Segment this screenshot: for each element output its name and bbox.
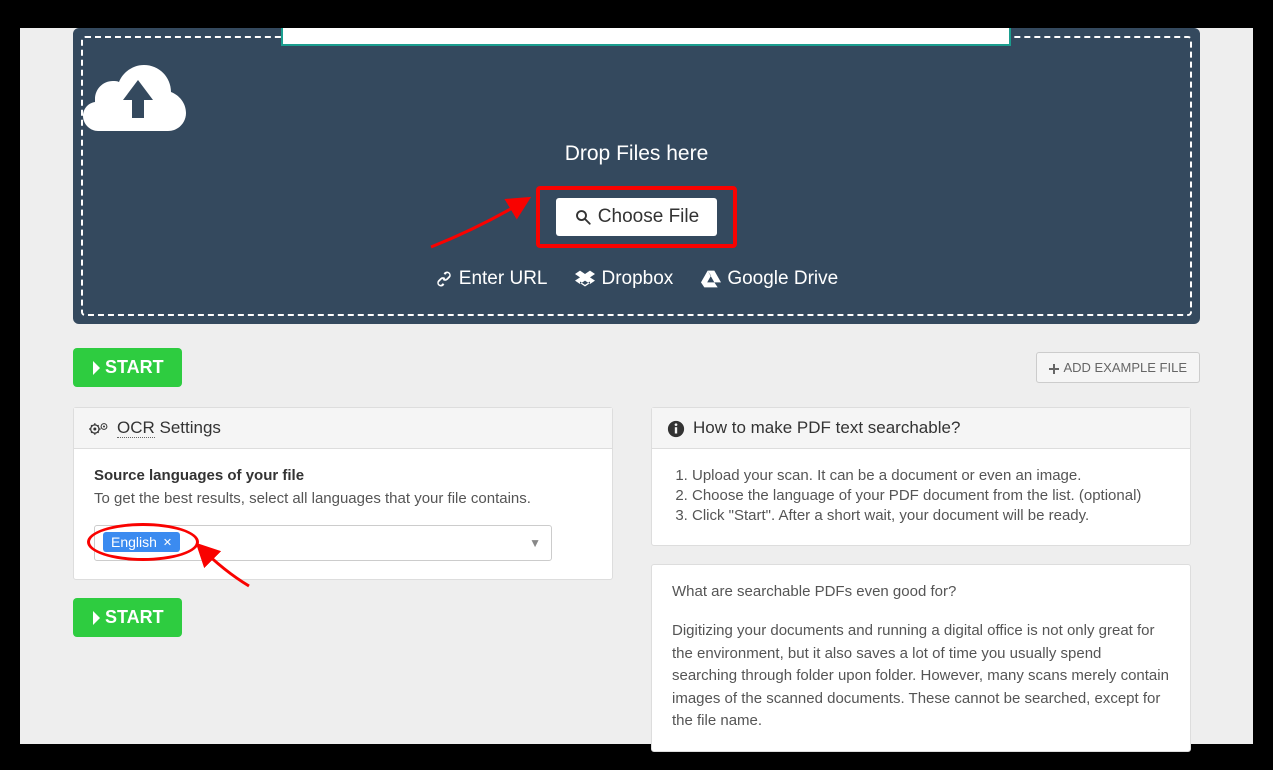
- dropbox-icon: [575, 268, 595, 290]
- chevron-right-icon: [91, 357, 101, 378]
- choose-file-label: Choose File: [598, 206, 699, 228]
- howto-panel: How to make PDF text searchable? Upload …: [651, 407, 1191, 546]
- search-icon: [574, 206, 592, 228]
- enter-url-label: Enter URL: [459, 268, 548, 290]
- choose-file-button[interactable]: Choose File: [556, 198, 717, 236]
- start-label: START: [105, 607, 164, 628]
- dropzone[interactable]: Drop Files here Choose File: [81, 36, 1192, 316]
- plus-icon: [1049, 360, 1059, 375]
- add-example-file-button[interactable]: ADD EXAMPLE FILE: [1036, 352, 1200, 383]
- howto-steps-list: Upload your scan. It can be a document o…: [672, 467, 1170, 524]
- link-icon: [435, 268, 453, 290]
- howto-title: How to make PDF text searchable?: [693, 418, 960, 438]
- language-tag-label: English: [111, 534, 157, 550]
- drop-label: Drop Files here: [83, 142, 1190, 166]
- enter-url-link[interactable]: Enter URL: [435, 268, 548, 290]
- language-tag: English ✕: [103, 532, 180, 552]
- alt-source-row: Enter URL Dropbox Google Drive: [83, 268, 1190, 290]
- cloud-upload-icon: [83, 56, 1190, 136]
- howto-header: How to make PDF text searchable?: [652, 408, 1190, 449]
- remove-language-icon[interactable]: ✕: [163, 536, 172, 549]
- chevron-down-icon: ▼: [529, 536, 541, 550]
- gears-icon: [89, 418, 109, 438]
- source-lang-desc: To get the best results, select all lang…: [94, 490, 592, 507]
- google-drive-icon: [701, 268, 721, 290]
- dropbox-link[interactable]: Dropbox: [575, 268, 673, 290]
- dropzone-container: Drop Files here Choose File: [73, 28, 1200, 324]
- choose-file-highlight: Choose File: [536, 186, 737, 248]
- ocr-title-suffix: Settings: [155, 418, 221, 437]
- info-panel: What are searchable PDFs even good for? …: [651, 564, 1191, 752]
- chevron-right-icon: [91, 607, 101, 628]
- start-button-top[interactable]: START: [73, 348, 182, 387]
- list-item: Choose the language of your PDF document…: [692, 487, 1170, 504]
- annotation-arrow-1: [426, 192, 536, 252]
- add-example-label: ADD EXAMPLE FILE: [1063, 360, 1187, 375]
- ocr-panel-header: OCR Settings: [74, 408, 612, 449]
- start-label: START: [105, 357, 164, 378]
- language-select[interactable]: English ✕ ▼: [94, 525, 552, 561]
- list-item: Upload your scan. It can be a document o…: [692, 467, 1170, 484]
- info-heading: What are searchable PDFs even good for?: [672, 583, 1170, 600]
- ocr-settings-panel: OCR Settings Source languages of your fi…: [73, 407, 613, 580]
- source-lang-heading: Source languages of your file: [94, 467, 592, 484]
- dropbox-label: Dropbox: [601, 268, 673, 290]
- start-button-bottom[interactable]: START: [73, 598, 182, 637]
- google-drive-label: Google Drive: [727, 268, 838, 290]
- info-icon: [667, 418, 685, 438]
- top-teal-strip: [281, 28, 1011, 46]
- google-drive-link[interactable]: Google Drive: [701, 268, 838, 290]
- list-item: Click "Start". After a short wait, your …: [692, 507, 1170, 524]
- ocr-title-acronym: OCR: [117, 418, 155, 438]
